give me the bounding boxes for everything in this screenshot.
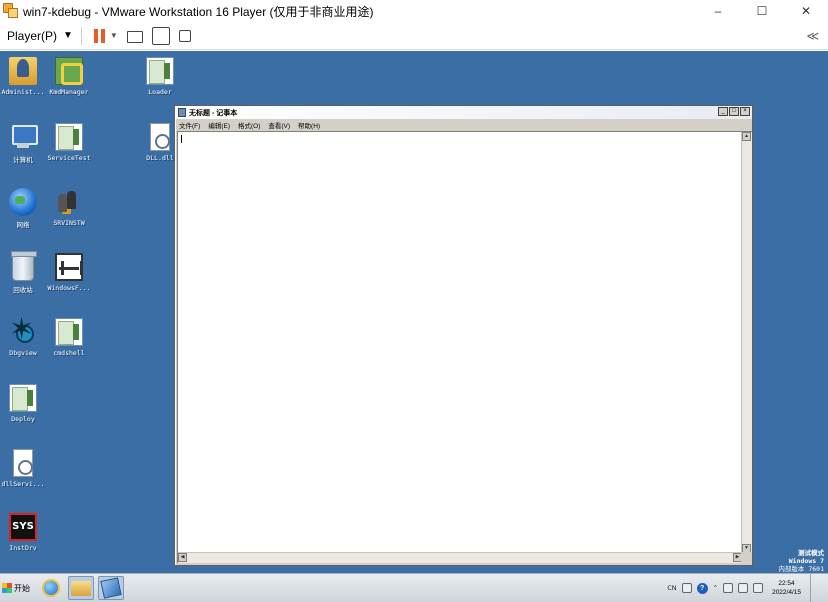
volume-icon[interactable]: [738, 583, 749, 593]
notepad-close-button[interactable]: ×: [740, 107, 750, 116]
close-button[interactable]: ✕: [784, 0, 828, 22]
desktop-icon-loader[interactable]: Loader: [130, 57, 190, 96]
computer-icon: [9, 123, 38, 151]
desktop-icon-label: Loader: [148, 88, 172, 96]
system-tray: CN ? ⌃ 22:54 2022/4/15: [667, 574, 828, 602]
clock-time: 22:54: [778, 580, 795, 587]
scroll-left-icon[interactable]: ◀: [178, 553, 187, 562]
taskbar-notepad[interactable]: [98, 576, 124, 600]
notepad-menubar: 文件(F) 编辑(E) 格式(O) 查看(V) 帮助(H): [175, 119, 752, 130]
horizontal-scrollbar[interactable]: ◀ ▶: [178, 552, 742, 563]
desktop-icon-dllservice[interactable]: dllServi...: [0, 449, 53, 488]
input-method-icon[interactable]: [681, 583, 692, 593]
desktop-icon-windowsf[interactable]: WindowsF...: [39, 253, 99, 292]
app-icon: [146, 57, 174, 85]
help-icon[interactable]: ?: [696, 582, 708, 594]
full-screen-icon[interactable]: [151, 26, 170, 45]
watermark-line3: 内部版本 7601: [778, 565, 824, 573]
desktop-icon-servicetest[interactable]: ServiceTest: [39, 123, 99, 162]
desktop-icon-label: KmdManager: [49, 88, 89, 96]
taskbar: 开始 CN ? ⌃ 22:54 2022/4/15: [0, 573, 828, 602]
start-label: 开始: [14, 583, 30, 593]
folder-icon: [71, 580, 91, 596]
system-clock[interactable]: 22:54 2022/4/15: [772, 579, 801, 597]
unity-icon[interactable]: [178, 29, 191, 42]
vmware-logo-icon: [3, 3, 19, 19]
desktop-icon-label: WindowsF...: [47, 284, 91, 292]
host-window-title: win7-kdebug - VMware Workstation 16 Play…: [23, 4, 374, 19]
show-desktop-button[interactable]: [810, 574, 818, 602]
text-caret: [181, 135, 182, 143]
desktop-icon-cmdshell[interactable]: cmdshell: [39, 318, 99, 357]
chevron-down-icon: ▼: [63, 30, 73, 41]
player-menu-button[interactable]: Player(P) ▼: [7, 29, 73, 43]
user-folder-icon: [9, 57, 37, 85]
pause-icon[interactable]: [93, 28, 105, 43]
desktop-icon-label: dllServi...: [1, 480, 45, 488]
watermark-line2: Windows 7: [788, 557, 824, 565]
app-icon: [9, 384, 37, 412]
windowsf-icon: [55, 253, 83, 281]
recycle-bin-icon: [11, 251, 37, 281]
guest-desktop: Administ... KmdManager Loader 计算机 Servic…: [0, 51, 828, 573]
notepad-icon: [178, 108, 186, 117]
minimize-button[interactable]: –: [696, 0, 740, 22]
desktop-icon-deploy[interactable]: Deploy: [0, 384, 53, 423]
desktop-icon-srvinstw[interactable]: SRVINSTW: [39, 188, 99, 227]
menu-format[interactable]: 格式(O): [238, 120, 260, 130]
desktop-icon-kmdmanager[interactable]: KmdManager: [39, 57, 99, 96]
desktop-icon-label: cmdshell: [53, 349, 85, 357]
desktop-icon-instdrv[interactable]: SYS InstDrv: [0, 513, 53, 552]
clock-date: 2022/4/15: [772, 589, 801, 596]
collapse-toolbar-icon[interactable]: ≪: [806, 29, 819, 43]
network-icon: [9, 188, 37, 216]
menu-help[interactable]: 帮助(H): [298, 120, 320, 130]
kmdmanager-icon: [55, 57, 83, 85]
windows-flag-icon: [2, 583, 12, 593]
host-titlebar: win7-kdebug - VMware Workstation 16 Play…: [0, 0, 828, 22]
watermark-line1: 测试模式: [798, 549, 824, 557]
pause-dropdown-icon[interactable]: ▼: [110, 31, 118, 40]
player-menu-label: Player(P): [7, 28, 58, 43]
notepad-text-area[interactable]: ▲ ▼ ◀ ▶: [177, 131, 752, 563]
desktop-icon-label: SRVINSTW: [53, 219, 85, 227]
app-icon: [55, 318, 83, 346]
notepad-window: 无标题 - 记事本 _ □ × 文件(F) 编辑(E) 格式(O) 查看(V) …: [174, 105, 753, 566]
taskbar-explorer[interactable]: [68, 576, 94, 600]
menu-file[interactable]: 文件(F): [179, 120, 200, 130]
test-mode-watermark: 测试模式 Windows 7 内部版本 7601: [778, 549, 824, 573]
vertical-scrollbar[interactable]: ▲ ▼: [741, 132, 752, 553]
action-center-icon[interactable]: [753, 583, 764, 593]
send-ctrl-alt-del-icon[interactable]: [126, 30, 143, 43]
taskbar-ie[interactable]: [38, 576, 64, 600]
maximize-button[interactable]: ☐: [740, 0, 784, 22]
dll-file-icon: [150, 123, 170, 151]
menu-edit[interactable]: 编辑(E): [208, 120, 230, 130]
size-grip[interactable]: [741, 552, 752, 563]
dbgview-icon: [9, 315, 37, 346]
network-tray-icon[interactable]: [723, 583, 734, 593]
notepad-maximize-button[interactable]: □: [729, 107, 739, 116]
notepad-minimize-button[interactable]: _: [718, 107, 728, 116]
srvinstw-icon: [55, 188, 83, 216]
notepad-taskbar-icon: [100, 577, 122, 599]
host-toolbar: Player(P) ▼ ▼ ≪: [0, 22, 828, 50]
notepad-title: 无标题 - 记事本: [189, 109, 238, 117]
menu-view[interactable]: 查看(V): [268, 120, 290, 130]
app-icon: [55, 123, 83, 151]
tray-expand-icon[interactable]: ⌃: [713, 584, 718, 592]
notepad-titlebar[interactable]: 无标题 - 记事本 _ □ ×: [175, 106, 752, 119]
start-button[interactable]: 开始: [2, 579, 30, 597]
scroll-up-icon[interactable]: ▲: [742, 132, 751, 141]
desktop-icon-label: ServiceTest: [47, 154, 91, 162]
toolbar-divider: [80, 26, 82, 45]
language-indicator[interactable]: CN: [667, 584, 676, 592]
desktop-icon-label: Deploy: [11, 415, 35, 423]
instdrv-icon: SYS: [9, 513, 37, 541]
desktop-icon-label: InstDrv: [9, 544, 37, 552]
dll-file-icon: [13, 449, 33, 477]
internet-explorer-icon: [42, 579, 60, 597]
